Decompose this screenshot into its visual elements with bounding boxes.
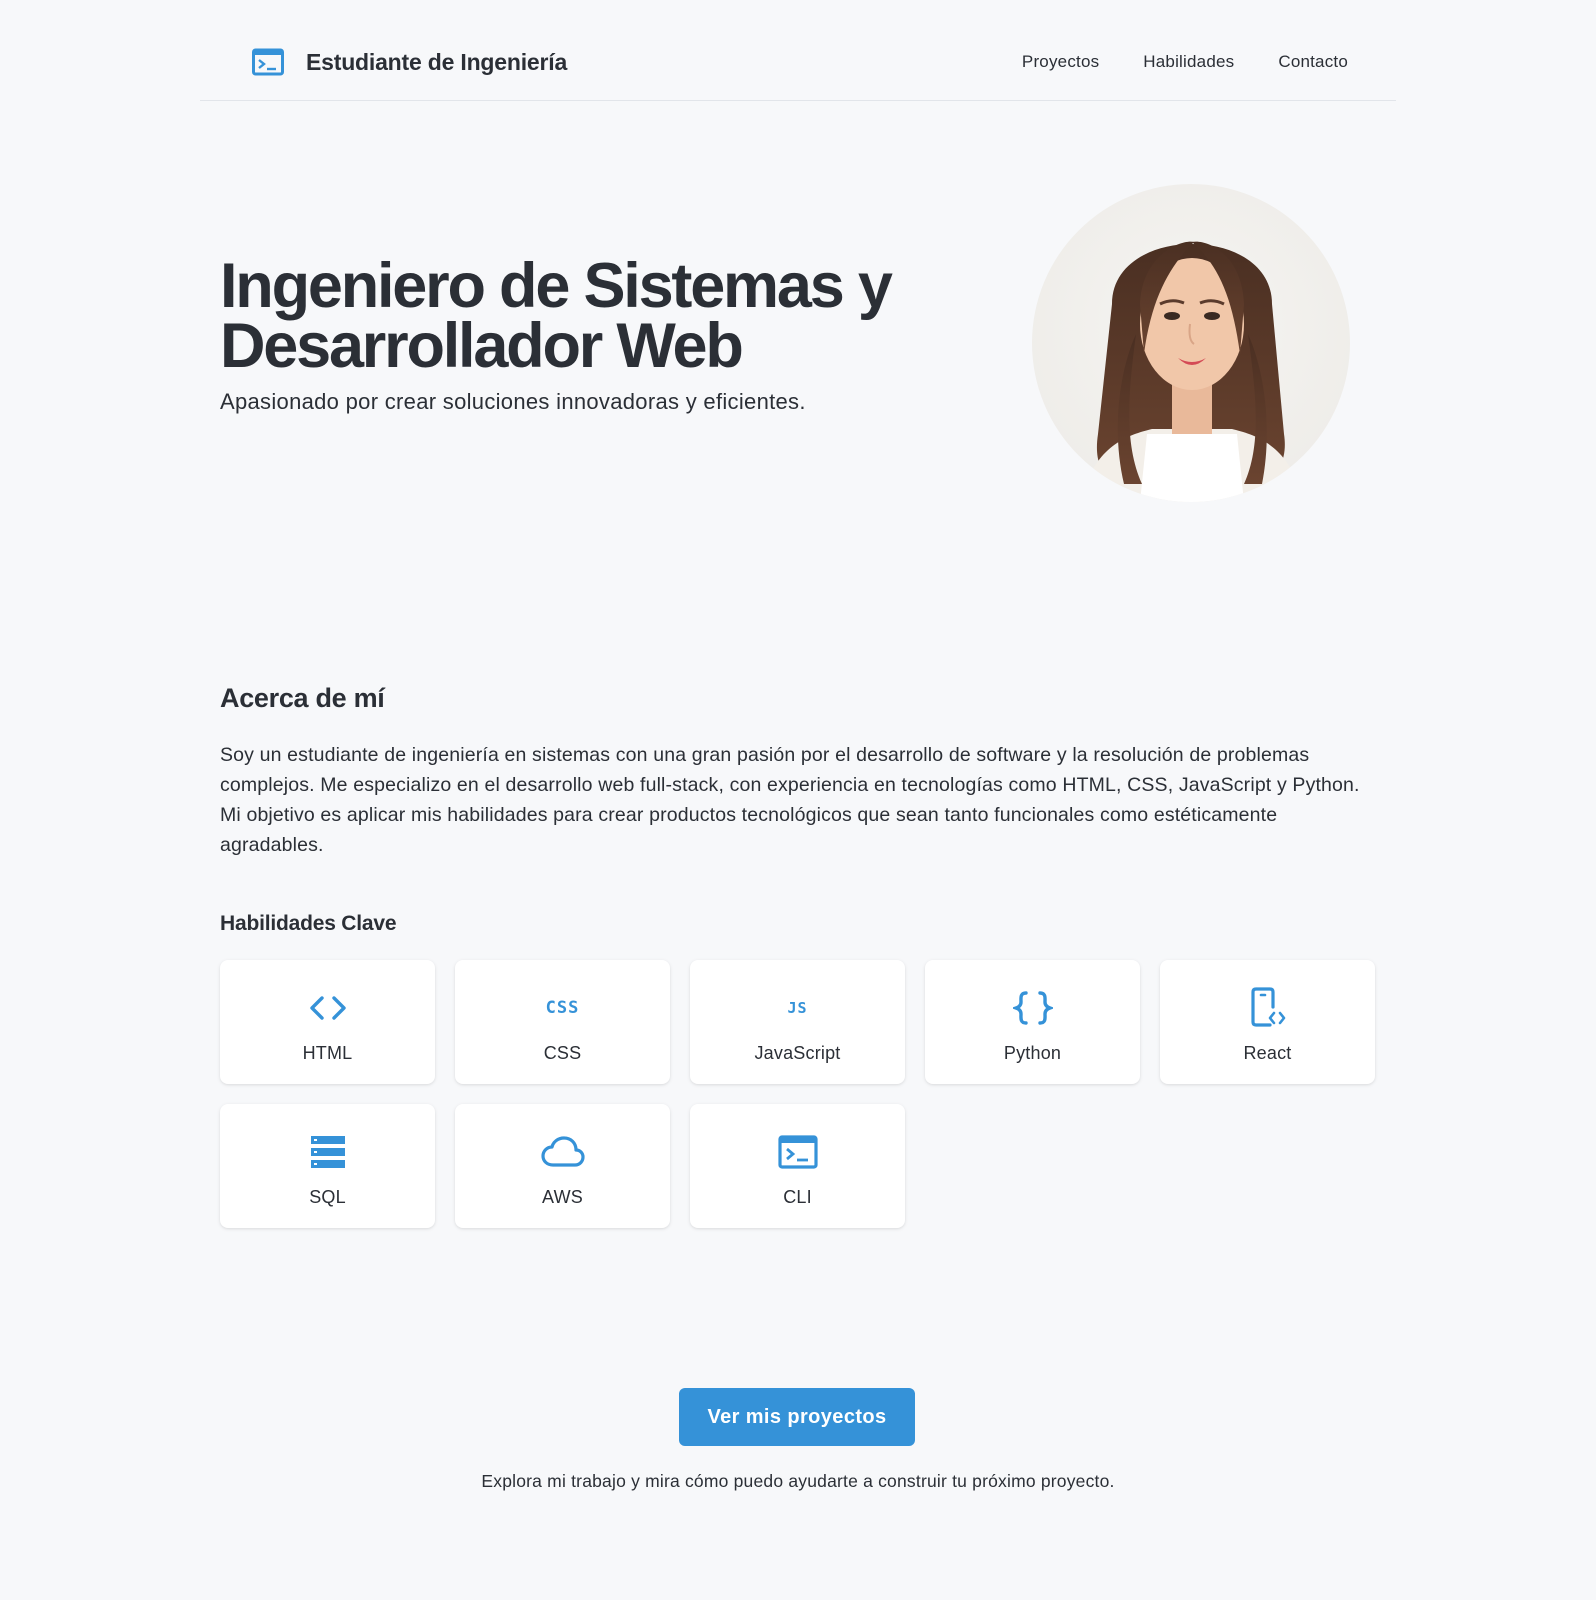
nav-link-proyectos[interactable]: Proyectos — [1022, 52, 1099, 72]
skills-title: Habilidades Clave — [220, 912, 397, 935]
skill-label: HTML — [302, 1043, 353, 1063]
terminal-icon — [776, 1130, 820, 1174]
skill-card-python: Python — [925, 960, 1140, 1084]
js-icon-text: JS — [787, 999, 808, 1017]
css-icon-text: CSS — [545, 998, 580, 1018]
skill-card-javascript: JS JavaScript — [690, 960, 905, 1084]
skill-card-html: HTML — [220, 960, 435, 1084]
skill-card-aws: AWS — [455, 1104, 670, 1228]
js-icon: JS — [776, 986, 820, 1030]
curly-braces-icon — [1011, 986, 1055, 1030]
skill-label: React — [1243, 1043, 1292, 1063]
skill-card-css: CSS CSS — [455, 960, 670, 1084]
skill-label: AWS — [542, 1187, 583, 1207]
skill-card-cli: CLI — [690, 1104, 905, 1228]
skill-label: CLI — [783, 1187, 812, 1207]
skill-card-react: React — [1160, 960, 1375, 1084]
view-projects-button[interactable]: Ver mis proyectos — [679, 1388, 915, 1446]
skills-grid: HTML CSS CSS JS JavaScript Python React … — [220, 960, 1376, 1228]
hero-title: Ingeniero de Sistemas y Desarrollador We… — [220, 255, 940, 378]
terminal-icon — [252, 48, 284, 76]
nav-link-contacto[interactable]: Contacto — [1278, 52, 1348, 72]
about-text: Soy un estudiante de ingeniería en siste… — [220, 744, 1360, 856]
mobile-code-icon — [1246, 986, 1290, 1030]
brand-title: Estudiante de Ingeniería — [306, 48, 568, 75]
site-header: Estudiante de Ingeniería Proyectos Habil… — [200, 30, 1396, 101]
skill-label: JavaScript — [754, 1043, 841, 1063]
hero-title-line2: Desarrollador Web — [220, 311, 744, 381]
code-brackets-icon — [306, 986, 350, 1030]
css-icon: CSS — [541, 986, 585, 1030]
profile-photo — [1032, 184, 1350, 502]
skill-label: Python — [1003, 1043, 1062, 1063]
cloud-icon — [540, 1130, 585, 1174]
database-icon — [306, 1130, 350, 1174]
nav-link-habilidades[interactable]: Habilidades — [1143, 52, 1234, 72]
skill-label: CSS — [543, 1043, 582, 1063]
brand[interactable]: Estudiante de Ingeniería — [252, 48, 567, 76]
hero-subtitle: Apasionado por crear soluciones innovado… — [220, 389, 806, 414]
main-nav: Proyectos Habilidades Contacto — [1022, 52, 1348, 72]
skill-label: SQL — [309, 1187, 346, 1207]
cta-subtext: Explora mi trabajo y mira cómo puedo ayu… — [481, 1471, 1115, 1491]
skill-card-sql: SQL — [220, 1104, 435, 1228]
about-title: Acerca de mí — [220, 683, 385, 713]
